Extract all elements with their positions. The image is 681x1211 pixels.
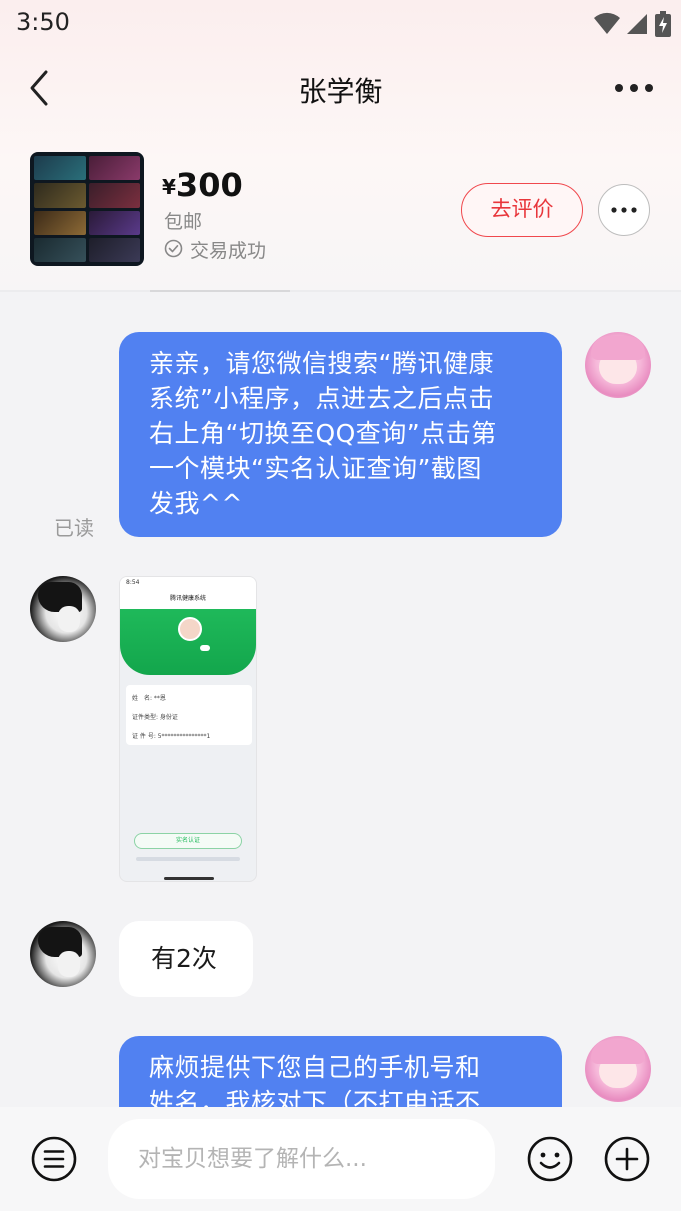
wifi-icon — [594, 12, 620, 34]
avatar-other[interactable] — [30, 576, 96, 642]
message-text-line: 麻烦提供下您自己的手机号和 — [149, 1053, 481, 1082]
image-type-row: 证件类型: 身份证 — [132, 714, 178, 721]
emoji-icon — [527, 1136, 573, 1182]
thumbnail-tile — [88, 183, 140, 208]
image-avatar — [178, 617, 202, 641]
image-title: 腾讯健康系统 — [120, 589, 256, 609]
trade-status-label: 交易成功 — [190, 240, 267, 262]
review-button[interactable]: 去评价 — [461, 183, 583, 237]
read-status: 已读 — [54, 516, 94, 540]
image-home-indicator — [164, 877, 214, 880]
thumbnail-tile — [88, 156, 140, 181]
more-horizontal-icon — [611, 207, 637, 213]
thumbnail-tile — [34, 210, 86, 235]
thumbnail-tile — [88, 210, 140, 235]
image-info-card: 姓 名: **恩 证件类型: 身份证 证 件 号: 5*************… — [126, 685, 252, 745]
image-button: 实名认证 — [134, 833, 242, 849]
message-text-line: 右上角“切换至QQ查询”点击第 — [149, 419, 497, 448]
image-message[interactable]: 8:54 腾讯健康系统 姓 名: **恩 证件类型: 身份证 证 件 号: 5*… — [119, 576, 257, 882]
message-bubble-outgoing[interactable]: 亲亲，请您微信搜索“腾讯健康 系统”小程序，点进去之后点击 右上角“切换至QQ查… — [119, 332, 562, 537]
cellular-signal-icon — [627, 14, 647, 34]
thumbnail-tile — [34, 156, 86, 181]
input-bar: 对宝贝想要了解什么... — [0, 1107, 681, 1211]
header-divider — [0, 290, 681, 292]
avatar-self[interactable] — [585, 1036, 651, 1102]
image-name-row: 姓 名: **恩 — [132, 695, 166, 702]
thumbnail-tile — [34, 237, 86, 262]
menu-button[interactable] — [30, 1135, 78, 1183]
image-id-row: 证 件 号: 5***************1 — [132, 733, 211, 740]
message-text-line: 系统”小程序，点进去之后点击 — [149, 384, 494, 413]
thumbnail-tile — [34, 183, 86, 208]
chat-partner-name: 张学衡 — [298, 75, 383, 108]
image-badge — [200, 645, 210, 651]
currency-symbol: ¥ — [162, 175, 176, 199]
thumbnail-tile — [88, 237, 140, 262]
plus-icon — [604, 1136, 650, 1182]
status-time: 3:50 — [16, 8, 70, 36]
order-more-button[interactable] — [598, 184, 650, 236]
menu-icon — [31, 1136, 77, 1182]
product-card[interactable]: ¥300 包邮 交易成功 去评价 — [0, 148, 681, 278]
battery-charging-icon — [655, 11, 671, 37]
more-horizontal-icon — [615, 84, 653, 92]
status-bar: 3:50 — [0, 0, 681, 48]
avatar-self[interactable] — [585, 332, 651, 398]
avatar-other[interactable] — [30, 921, 96, 987]
chat-header: 张学衡 — [0, 56, 681, 120]
message-input[interactable]: 对宝贝想要了解什么... — [108, 1119, 495, 1199]
message-text-line: 发我^^ — [149, 489, 243, 518]
emoji-button[interactable] — [526, 1135, 574, 1183]
product-thumbnail[interactable] — [30, 152, 144, 266]
message-text-line: 亲亲，请您微信搜索“腾讯健康 — [149, 349, 494, 378]
add-attachment-button[interactable] — [603, 1135, 651, 1183]
check-circle-icon — [164, 239, 183, 258]
more-options-button[interactable] — [609, 70, 659, 106]
shipping-info: 包邮 — [164, 211, 203, 233]
product-price: ¥300 — [162, 166, 243, 204]
message-text-line: 一个模块“实名认证查询”截图 — [149, 454, 482, 483]
image-footer — [136, 857, 240, 861]
message-bubble-incoming[interactable]: 有2次 — [119, 921, 253, 997]
image-status-bar: 8:54 — [120, 577, 256, 589]
price-value: 300 — [175, 166, 243, 204]
